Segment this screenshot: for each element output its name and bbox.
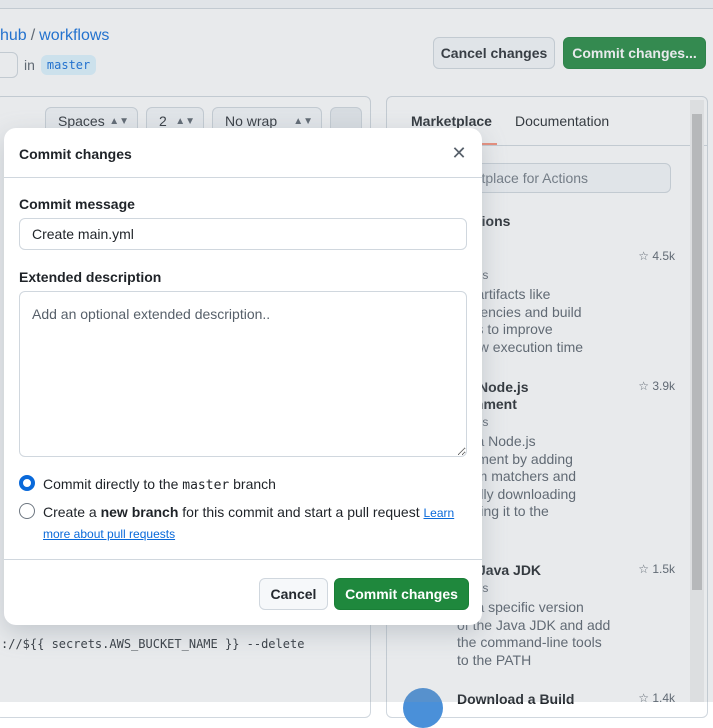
radio-new-branch[interactable]	[19, 503, 35, 519]
commit-dialog: Commit changes ✕ Commit message Extended…	[4, 128, 482, 625]
option1-text: Commit directly to the	[43, 476, 179, 492]
option2-text: Create a	[43, 504, 97, 520]
cancel-button[interactable]: Cancel	[259, 578, 328, 610]
new-branch-option[interactable]: Create a new branch for this commit and …	[19, 502, 459, 544]
commit-message-input[interactable]	[19, 218, 467, 250]
new-branch-label: Create a new branch for this commit and …	[43, 502, 459, 544]
learn-more-link[interactable]: Learn	[424, 506, 455, 520]
radio-commit-directly[interactable]	[19, 475, 35, 491]
extended-description-label: Extended description	[19, 269, 162, 285]
dialog-title: Commit changes	[19, 146, 132, 162]
commit-directly-label: Commit directly to the master branch	[43, 474, 276, 496]
close-icon[interactable]: ✕	[448, 142, 470, 164]
option2-bold: new branch	[100, 504, 179, 520]
commit-directly-option[interactable]: Commit directly to the master branch	[19, 474, 276, 496]
divider	[4, 177, 482, 178]
commit-button[interactable]: Commit changes	[334, 578, 469, 610]
option1-branch: master	[182, 478, 230, 493]
extended-description-textarea[interactable]	[19, 291, 467, 457]
commit-message-label: Commit message	[19, 196, 135, 212]
option2-post: for this commit and start a pull request	[182, 504, 420, 520]
option1-post: branch	[233, 476, 276, 492]
divider	[4, 559, 482, 560]
learn-more-link-cont[interactable]: more about pull requests	[43, 527, 175, 541]
